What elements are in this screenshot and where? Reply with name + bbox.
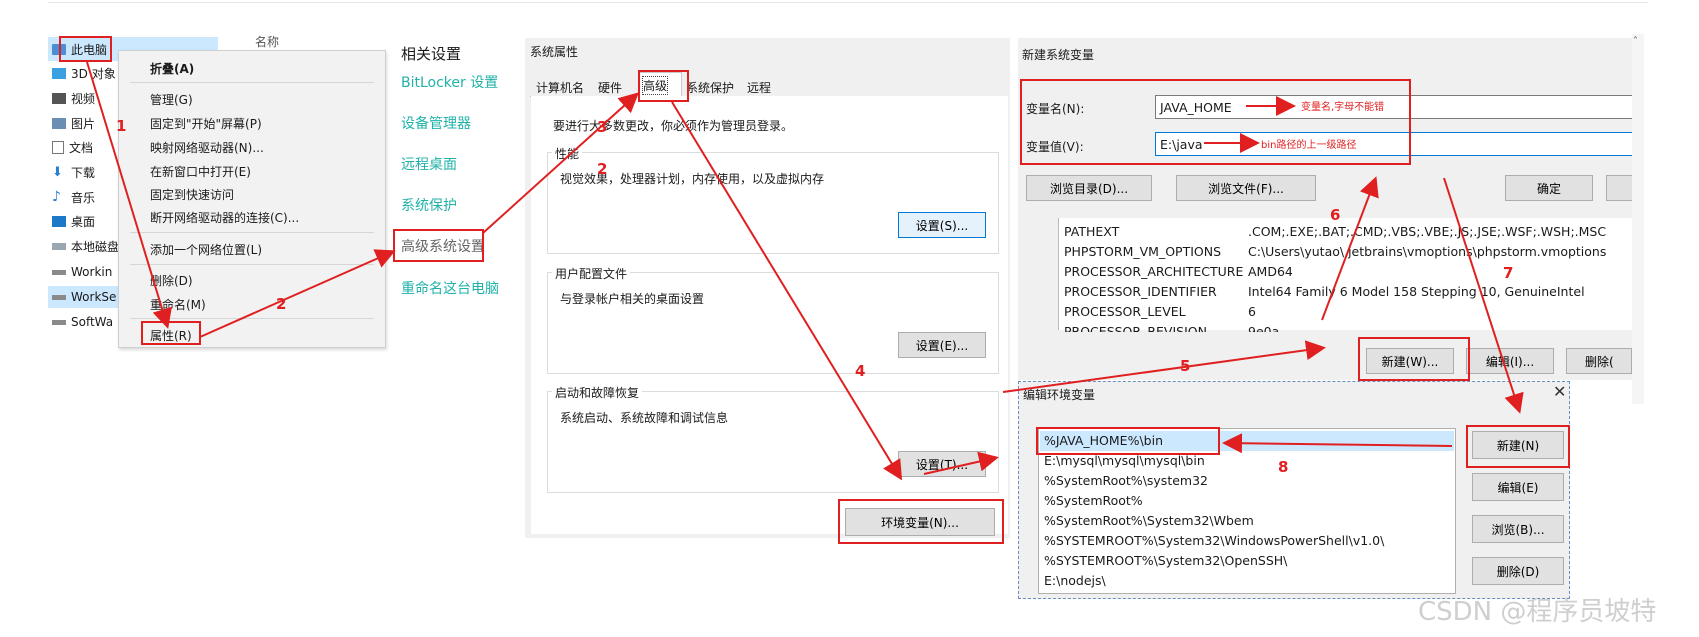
arrow-step-2b — [482, 92, 639, 234]
step-number: 3 — [597, 118, 608, 136]
step-number: 5 — [1180, 357, 1191, 375]
arrow-step-6 — [1321, 176, 1379, 321]
arrow-step-1 — [86, 61, 172, 329]
annotation-arrows — [86, 61, 1524, 481]
arrow-step-4b — [923, 451, 999, 475]
arrow-step-4 — [671, 101, 903, 481]
step-number: 6 — [1330, 206, 1341, 224]
arrow-step-8 — [1222, 433, 1453, 454]
arrow-step-5 — [1002, 340, 1326, 393]
step-number: 2 — [276, 295, 287, 313]
arrow-step-7 — [1443, 177, 1524, 414]
step-number: 8 — [1278, 458, 1289, 476]
watermark: CSDN @程序员坡特 — [1418, 597, 1657, 627]
arrow-step-2 — [199, 249, 396, 338]
step-number: 1 — [116, 117, 127, 135]
step-number: 4 — [855, 362, 866, 380]
step-number: 7 — [1503, 264, 1514, 282]
step-number: 2 — [597, 160, 608, 178]
